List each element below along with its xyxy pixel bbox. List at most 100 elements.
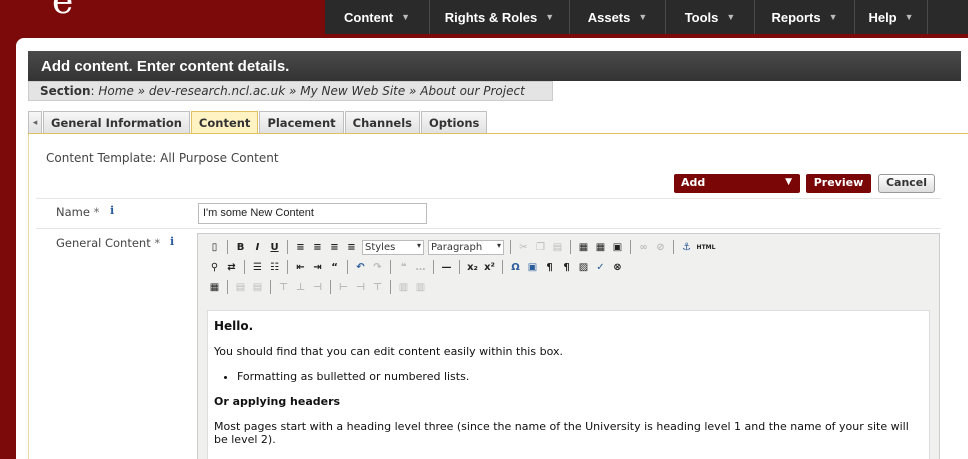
list-item: Formatting as bulletted or numbered list… — [237, 370, 923, 383]
content-bullet-list: Formatting as bulletted or numbered list… — [237, 370, 923, 383]
remove-format-icon[interactable]: ⊗ — [611, 261, 624, 274]
toolbar-separator — [502, 260, 503, 274]
content-paragraph: You should find that you can edit conten… — [214, 345, 563, 358]
link-icon[interactable]: ∞ — [637, 241, 650, 254]
media-icon[interactable]: ▣ — [526, 261, 539, 274]
image-icon[interactable]: ▨ — [577, 261, 590, 274]
toolbar-separator — [330, 280, 331, 294]
align-left-icon[interactable]: ≡ — [294, 241, 307, 254]
table-cell-props-icon[interactable]: ▤ — [251, 281, 264, 294]
underline-icon[interactable]: U — [268, 241, 281, 254]
rtl-icon[interactable]: ¶ — [560, 261, 573, 274]
info-icon[interactable]: i — [110, 204, 114, 217]
align-justify-icon[interactable]: ≡ — [345, 241, 358, 254]
html-source-icon[interactable]: HTML — [697, 241, 716, 254]
nav-item-label: Rights & Roles — [444, 9, 538, 25]
nav-item-assets[interactable]: Assets ▼ — [570, 0, 666, 34]
indent-icon[interactable]: ⇥ — [311, 261, 324, 274]
tab-general-information[interactable]: General Information — [43, 111, 190, 133]
nav-item-label: Content — [343, 9, 394, 25]
numbered-list-icon[interactable]: ☷ — [268, 261, 281, 274]
ltr-icon[interactable]: ¶ — [543, 261, 556, 274]
required-marker: * — [154, 236, 161, 250]
nav-item-reports[interactable]: Reports ▼ — [755, 0, 855, 34]
content-template-label: Content Template: All Purpose Content — [46, 151, 279, 165]
info-icon[interactable]: i — [170, 235, 174, 248]
tab-placement[interactable]: Placement — [259, 111, 344, 133]
content-paragraph: Most pages start with a heading level th… — [214, 420, 909, 447]
split-cells-icon[interactable]: ▥ — [397, 281, 410, 294]
merge-cells-icon[interactable]: ▥ — [414, 281, 427, 294]
format-select-label: Paragraph — [431, 241, 483, 253]
new-document-icon[interactable]: ▯ — [208, 241, 221, 254]
bold-icon[interactable]: B — [234, 241, 247, 254]
nav-item-tools[interactable]: Tools ▼ — [666, 0, 755, 34]
nav-item-label: Help — [868, 9, 897, 25]
delete-row-icon[interactable]: ⊣ — [311, 281, 324, 294]
align-center-icon[interactable]: ≡ — [311, 241, 324, 254]
insert-col-after-icon[interactable]: ⊣ — [354, 281, 367, 294]
tab-options[interactable]: Options — [421, 111, 488, 133]
cite-icon[interactable]: ❝ — [397, 261, 410, 274]
nav-item-label: Reports — [771, 9, 821, 25]
insert-row-after-icon[interactable]: ⊥ — [294, 281, 307, 294]
table-row-props-icon[interactable]: ▤ — [234, 281, 247, 294]
cut-icon[interactable]: ✂ — [517, 241, 530, 254]
paste-word-icon[interactable]: ▦ — [594, 241, 607, 254]
chevron-down-icon: ▼ — [785, 177, 792, 187]
paste-text-icon[interactable]: ▦ — [577, 241, 590, 254]
unlink-icon[interactable]: ⊘ — [654, 241, 667, 254]
format-select[interactable]: Paragraph ▾ — [428, 239, 504, 255]
chevron-down-icon: ▼ — [726, 12, 736, 22]
name-input[interactable]: I'm some New Content — [198, 203, 427, 224]
tab-channels[interactable]: Channels — [344, 111, 421, 133]
tab-collapse-icon[interactable]: ◂ — [28, 111, 42, 133]
redo-icon[interactable]: ↷ — [371, 261, 384, 274]
select-all-icon[interactable]: ▣ — [611, 241, 624, 254]
anchor-icon[interactable]: ⚓ — [680, 241, 693, 254]
find-icon[interactable]: ⚲ — [208, 261, 221, 274]
subscript-icon[interactable]: x₂ — [466, 261, 479, 274]
toolbar-separator — [673, 240, 674, 254]
divider — [36, 198, 941, 199]
chevron-down-icon: ▾ — [416, 240, 421, 250]
toolbar-separator — [433, 260, 434, 274]
superscript-icon[interactable]: x² — [483, 261, 496, 274]
bullet-list-icon[interactable]: ☰ — [251, 261, 264, 274]
toolbar-separator — [347, 260, 348, 274]
nav-item-help[interactable]: Help ▼ — [855, 0, 928, 34]
nav-item-label: Tools — [684, 9, 719, 25]
add-dropdown[interactable]: Add ▼ — [674, 174, 800, 193]
nav-item-rights-roles[interactable]: Rights & Roles ▼ — [430, 0, 570, 34]
spellcheck-icon[interactable]: ✓ — [594, 261, 607, 274]
blockquote-icon[interactable]: “ — [328, 261, 341, 274]
styles-select[interactable]: Styles ▾ — [362, 239, 424, 255]
insert-row-before-icon[interactable]: ⊤ — [277, 281, 290, 294]
insert-col-before-icon[interactable]: ⊢ — [337, 281, 350, 294]
chevron-down-icon: ▼ — [904, 12, 914, 22]
insert-table-icon[interactable]: ▦ — [208, 281, 221, 294]
toolbar-separator — [227, 240, 228, 254]
horizontal-rule-icon[interactable]: — — [440, 261, 453, 274]
chevron-down-icon: ▼ — [638, 12, 648, 22]
editor-content-area[interactable]: Hello. You should find that you can edit… — [207, 310, 930, 459]
replace-icon[interactable]: ⇄ — [225, 261, 238, 274]
italic-icon[interactable]: I — [251, 241, 264, 254]
nav-item-content[interactable]: Content ▼ — [325, 0, 430, 34]
cancel-button[interactable]: Cancel — [878, 174, 935, 193]
special-char-icon[interactable]: Ω — [509, 261, 522, 274]
content-heading: Hello. — [214, 319, 254, 333]
toolbar-separator — [287, 240, 288, 254]
undo-icon[interactable]: ↶ — [354, 261, 367, 274]
chevron-down-icon: ▼ — [545, 12, 555, 22]
general-content-label: General Content * — [56, 236, 160, 250]
outdent-icon[interactable]: ⇤ — [294, 261, 307, 274]
align-right-icon[interactable]: ≡ — [328, 241, 341, 254]
abbr-icon[interactable]: … — [414, 261, 427, 274]
preview-button[interactable]: Preview — [806, 174, 871, 193]
paste-icon[interactable]: ▤ — [551, 241, 564, 254]
tab-content[interactable]: Content — [190, 111, 259, 133]
logo: e — [52, 0, 74, 22]
delete-col-icon[interactable]: ⊤ — [371, 281, 384, 294]
copy-icon[interactable]: ❐ — [534, 241, 547, 254]
